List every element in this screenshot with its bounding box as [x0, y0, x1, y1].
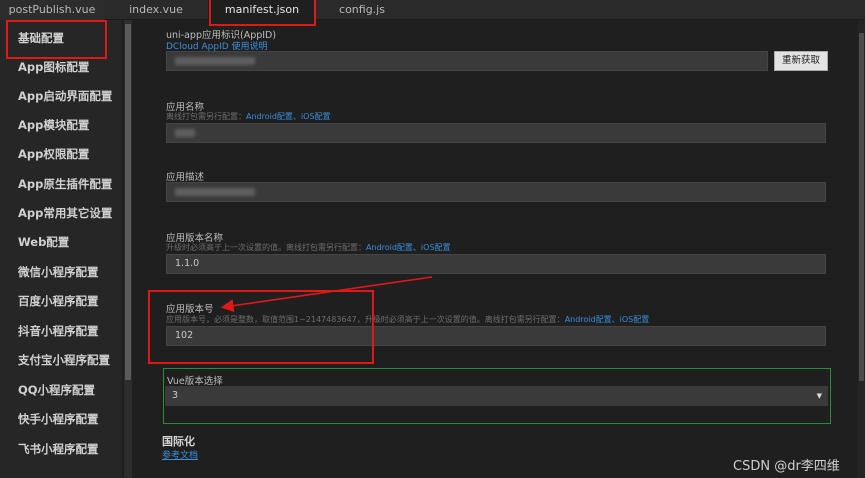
annotation-arrow: [220, 276, 433, 312]
csdn-watermark: CSDN @dr李四维: [733, 459, 840, 474]
